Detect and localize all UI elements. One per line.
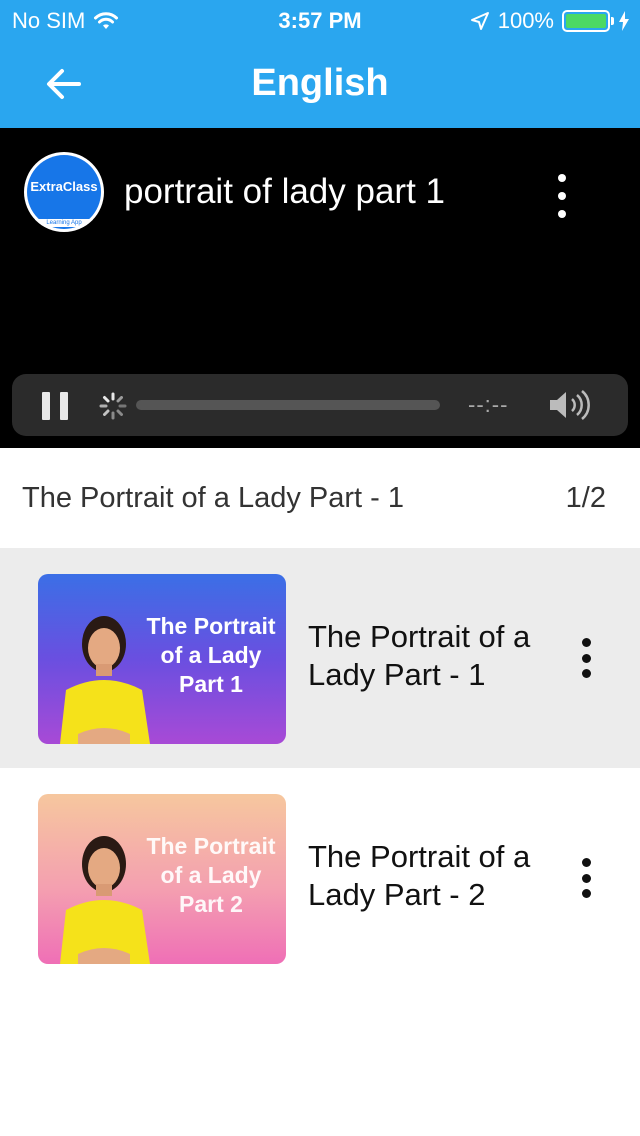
location-arrow-icon (470, 12, 489, 30)
channel-logo-tagline: Learning App (35, 219, 93, 227)
video-thumbnail[interactable]: The Portrait of a Lady Part 1 (38, 574, 286, 744)
playlist-position: 1/2 (565, 482, 606, 514)
channel-logo-text: ExtraClass (30, 179, 98, 194)
playlist-item-title: The Portrait of a Lady Part - 1 (308, 619, 531, 692)
playlist-item[interactable]: The Portrait of a Lady Part 2 The Portra… (0, 768, 640, 988)
channel-logo[interactable]: ExtraClass Learning App (24, 152, 104, 232)
playlist-header: The Portrait of a Lady Part - 1 1/2 (0, 448, 640, 548)
playlist-current-title: The Portrait of a Lady Part - 1 (22, 482, 405, 514)
charging-bolt-icon (619, 11, 629, 31)
video-more-options-icon[interactable] (548, 174, 576, 218)
pause-button[interactable] (42, 392, 68, 420)
page-title: English (251, 62, 389, 104)
loading-spinner-icon (99, 392, 127, 420)
playlist-item[interactable]: The Portrait of a Lady Part 1 The Portra… (0, 548, 640, 768)
thumbnail-caption: The Portrait of a Lady Part 1 (146, 613, 276, 697)
seek-bar[interactable] (136, 400, 440, 410)
battery-percent: 100% (497, 8, 554, 33)
video-title: portrait of lady part 1 (124, 172, 445, 211)
video-thumbnail[interactable]: The Portrait of a Lady Part 2 (38, 794, 286, 964)
more-options-icon[interactable] (578, 638, 594, 678)
playlist-item-title: The Portrait of a Lady Part - 2 (308, 839, 531, 912)
time-display: --:-- (468, 392, 509, 417)
battery-icon (562, 10, 614, 32)
thumbnail-caption: The Portrait of a Lady Part 2 (146, 833, 276, 917)
status-bar: No SIM 3:57 PM 100% (0, 0, 640, 40)
nav-bar: English (0, 40, 640, 128)
volume-icon[interactable] (548, 388, 594, 422)
status-right-group: 100% (470, 8, 630, 34)
video-player[interactable]: ExtraClass Learning App portrait of lady… (0, 128, 640, 448)
more-options-icon[interactable] (578, 858, 594, 898)
player-controls: --:-- (12, 374, 628, 436)
